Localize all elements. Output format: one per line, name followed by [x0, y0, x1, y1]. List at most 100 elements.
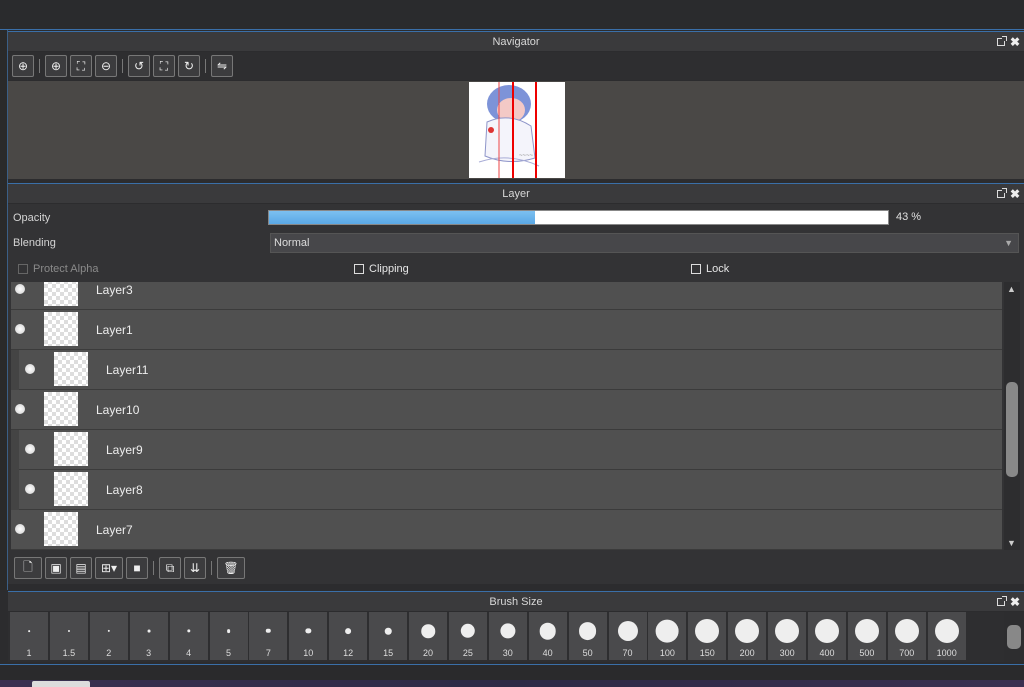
brush-size-option[interactable]: 1.5: [49, 612, 88, 660]
brush-size-option[interactable]: 40: [528, 612, 567, 660]
popout-icon[interactable]: [997, 596, 1007, 606]
visibility-eye-icon[interactable]: [25, 364, 35, 374]
visibility-eye-icon[interactable]: [15, 284, 25, 294]
close-icon[interactable]: ✖: [1010, 188, 1020, 200]
lock-label: Lock: [706, 263, 730, 275]
brush-size-option[interactable]: 70: [608, 612, 647, 660]
delete-layer-icon[interactable]: 🗑: [217, 557, 245, 579]
brush-size-option[interactable]: 2: [89, 612, 128, 660]
toolbar-separator: [211, 561, 212, 575]
brush-size-option[interactable]: 3: [129, 612, 168, 660]
brush-dot-icon: [421, 624, 435, 638]
brush-dot-icon: [384, 627, 392, 635]
brush-size-option[interactable]: 30: [488, 612, 527, 660]
zoom-actual-icon[interactable]: ⊕: [12, 55, 34, 77]
brush-size-label: 7: [265, 648, 271, 658]
layer-thumbnail: [44, 392, 78, 426]
visibility-eye-icon[interactable]: [15, 324, 25, 334]
brush-dot-icon: [28, 630, 30, 632]
brush-size-label: 400: [819, 648, 835, 658]
toolbar-separator: [39, 59, 40, 73]
taskbar-button[interactable]: [32, 681, 90, 687]
canvas-thumbnail[interactable]: ~~~~: [469, 82, 565, 178]
brush-size-option[interactable]: 10: [289, 612, 328, 660]
close-icon[interactable]: ✖: [1010, 36, 1020, 48]
brush-size-option[interactable]: 500: [847, 612, 886, 660]
layer-row[interactable]: Layer1: [11, 310, 1002, 350]
layer-row[interactable]: Layer3: [11, 282, 1002, 310]
duplicate-layer-icon[interactable]: ⧉: [159, 557, 181, 579]
visibility-eye-icon[interactable]: [15, 524, 25, 534]
brush-size-option[interactable]: 200: [728, 612, 767, 660]
brush-size-option[interactable]: 15: [369, 612, 408, 660]
clipping-indicator: [11, 470, 19, 510]
layer-name: Layer8: [106, 483, 143, 497]
brush-size-label: 15: [383, 648, 394, 658]
clipping-label: Clipping: [369, 263, 409, 275]
layer-thumbnail: [44, 512, 78, 546]
lock-checkbox[interactable]: Lock: [691, 263, 729, 275]
brush-size-option[interactable]: 20: [409, 612, 447, 660]
brush-dot-icon: [617, 620, 638, 642]
merge-down-icon[interactable]: ⇊: [184, 557, 206, 579]
brush-size-option[interactable]: 100: [648, 612, 687, 660]
opacity-label: Opacity: [13, 212, 51, 224]
layer-row[interactable]: Layer10: [11, 390, 1002, 430]
scroll-up-icon[interactable]: ▲: [1007, 284, 1016, 294]
brush-size-option[interactable]: 5: [209, 612, 248, 660]
brush-size-option[interactable]: 150: [688, 612, 727, 660]
clipping-indicator: [11, 350, 19, 390]
checkbox-icon: [18, 264, 28, 274]
scrollbar-thumb[interactable]: [1006, 382, 1018, 477]
popout-icon[interactable]: [997, 36, 1007, 46]
zoom-in-icon[interactable]: ⊕: [45, 55, 67, 77]
new-folder-icon[interactable]: ■: [126, 557, 148, 579]
brush-size-label: 150: [699, 648, 715, 658]
brush-size-label: 1000: [936, 648, 957, 658]
layer-row[interactable]: Layer9: [11, 430, 1002, 470]
brush-dot-icon: [934, 619, 959, 643]
brush-size-option[interactable]: 1000: [927, 612, 966, 660]
brush-size-scrollbar[interactable]: [1004, 612, 1024, 662]
blending-select[interactable]: Normal ▼: [270, 233, 1019, 253]
rotate-left-icon[interactable]: ↺: [128, 55, 150, 77]
new-layer-icon[interactable]: 🗋: [14, 557, 42, 579]
navigator-title: Navigator: [492, 36, 540, 48]
scrollbar-thumb[interactable]: [1007, 625, 1021, 649]
brush-dot-icon: [775, 619, 800, 643]
brush-size-option[interactable]: 25: [448, 612, 487, 660]
visibility-eye-icon[interactable]: [25, 444, 35, 454]
brush-size-option[interactable]: 4: [169, 612, 208, 660]
add-layer-menu-icon[interactable]: ⊞▾: [95, 557, 123, 579]
brush-size-option[interactable]: 700: [887, 612, 926, 660]
rotate-right-icon[interactable]: ↻: [178, 55, 200, 77]
scroll-down-icon[interactable]: ▼: [1007, 538, 1016, 548]
brush-size-option[interactable]: 1: [10, 612, 48, 660]
visibility-eye-icon[interactable]: [25, 484, 35, 494]
layer-row[interactable]: Layer8: [11, 470, 1002, 510]
new-1bit-layer-icon[interactable]: ▤: [70, 557, 92, 579]
new-halftone-layer-icon[interactable]: ▣: [45, 557, 67, 579]
layer-list-scrollbar[interactable]: ▲ ▼: [1004, 282, 1020, 550]
brush-dot-icon: [815, 619, 839, 643]
brush-size-option[interactable]: 300: [768, 612, 807, 660]
visibility-eye-icon[interactable]: [15, 404, 25, 414]
fit-window-icon[interactable]: ⛶: [70, 55, 92, 77]
brush-size-label: 2: [106, 648, 112, 658]
popout-icon[interactable]: [997, 188, 1007, 198]
navigator-preview[interactable]: ~~~~: [8, 81, 1024, 179]
brush-size-option[interactable]: 7: [249, 612, 288, 660]
close-icon[interactable]: ✖: [1010, 596, 1020, 608]
flip-horizontal-icon[interactable]: ⇋: [211, 55, 233, 77]
brush-size-option[interactable]: 400: [808, 612, 846, 660]
brush-size-option[interactable]: 50: [568, 612, 607, 660]
opacity-slider[interactable]: [268, 210, 889, 225]
reset-view-icon[interactable]: ⛶: [153, 55, 175, 77]
layer-row[interactable]: Layer11: [11, 350, 1002, 390]
clipping-checkbox[interactable]: Clipping: [354, 263, 409, 275]
protect-alpha-checkbox[interactable]: Protect Alpha: [18, 263, 98, 275]
brush-size-option[interactable]: 12: [329, 612, 368, 660]
brush-dot-icon: [345, 628, 352, 634]
layer-row[interactable]: Layer7: [11, 510, 1002, 550]
zoom-out-icon[interactable]: ⊖: [95, 55, 117, 77]
